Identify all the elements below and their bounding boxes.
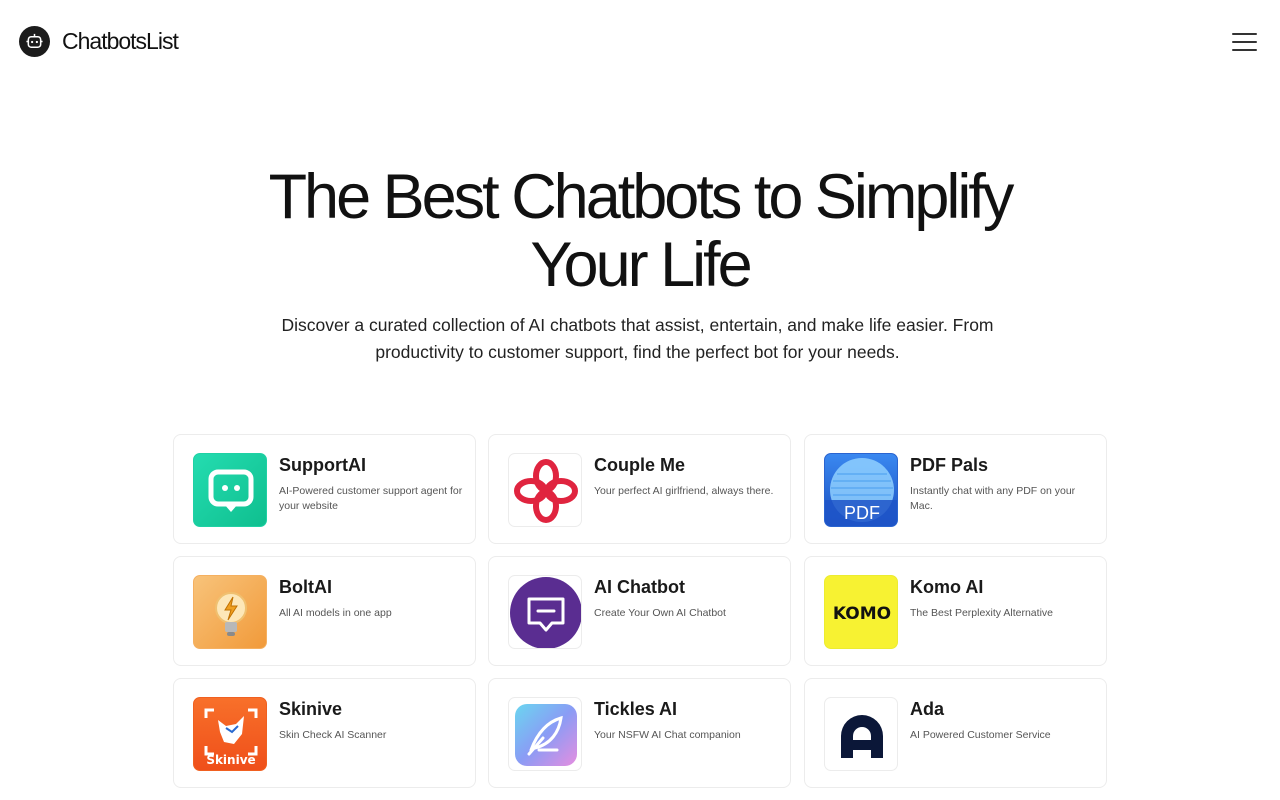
robot-icon	[19, 26, 50, 57]
chatbot-card-supportai[interactable]: SupportAI AI-Powered customer support ag…	[173, 434, 476, 544]
chatbot-name: BoltAI	[279, 577, 332, 597]
chatbot-name: Skinive	[279, 699, 343, 719]
pdf-icon-label: PDF	[844, 503, 880, 523]
chatbot-card-ai-chatbot[interactable]: AI Chatbot Create Your Own AI Chatbot	[488, 556, 791, 666]
skinive-logo-icon: Skinive	[193, 697, 267, 771]
page-title: The Best Chatbots to Simplify Your Life	[240, 163, 1040, 299]
chatbot-name: Ada	[910, 699, 945, 719]
lightbulb-icon	[193, 575, 267, 649]
site-header: ChatbotsList	[0, 0, 1280, 84]
chatbot-name: PDF Pals	[910, 455, 989, 475]
chatbot-name: AI Chatbot	[594, 577, 685, 597]
chatbot-description: Create Your Own AI Chatbot	[594, 607, 726, 619]
chatbot-card-pdf-pals[interactable]: PDF PDF Pals Instantly chat with any PDF…	[804, 434, 1107, 544]
page-title-line-1: The Best Chatbots to Simplify	[268, 162, 1015, 232]
chatbot-description: Your NSFW AI Chat companion	[594, 729, 741, 741]
chatbot-name: SupportAI	[279, 455, 366, 475]
brand-link[interactable]: ChatbotsList	[19, 26, 179, 57]
chatbot-card-couple-me[interactable]: Couple Me Your perfect AI girlfriend, al…	[488, 434, 791, 544]
page-subtitle-line-1: Discover a curated collection of AI chat…	[281, 315, 994, 335]
feather-icon	[508, 697, 582, 771]
chatbot-description: AI-Powered customer support agent for yo…	[279, 485, 463, 512]
chatbot-card-ada[interactable]: Ada AI Powered Customer Service	[804, 678, 1107, 788]
brand-name: ChatbotsList	[62, 28, 179, 54]
hamburger-menu-icon[interactable]	[1232, 31, 1258, 53]
chatbot-name: Tickles AI	[594, 699, 678, 719]
chatbot-card-komo-ai[interactable]: KOMO Komo AI The Best Perplexity Alterna…	[804, 556, 1107, 666]
chatbot-card-skinive[interactable]: Skinive Skinive Skin Check AI Scanner	[173, 678, 476, 788]
chatbot-name: Komo AI	[910, 577, 984, 597]
chatbot-description: AI Powered Customer Service	[910, 729, 1051, 741]
chatbot-description: The Best Perplexity Alternative	[910, 607, 1053, 619]
chat-bubble-icon	[193, 453, 267, 527]
chatbot-description: All AI models in one app	[279, 607, 392, 619]
komo-logo-icon: KOMO	[824, 575, 898, 649]
chatbot-card-tickles-ai[interactable]: Tickles AI Your NSFW AI Chat companion	[488, 678, 791, 788]
chatbot-description: Instantly chat with any PDF on your Mac.	[910, 485, 1076, 512]
ada-logo-icon	[824, 697, 898, 771]
chatbot-card-boltai[interactable]: BoltAI All AI models in one app	[173, 556, 476, 666]
pdf-icon: PDF	[824, 453, 898, 527]
page-subtitle-line-2: productivity to customer support, find t…	[375, 342, 900, 362]
skinive-logo-label: Skinive	[206, 753, 255, 767]
message-bubble-icon	[508, 575, 582, 649]
komo-logo-label: KOMO	[833, 604, 891, 624]
chatbot-name: Couple Me	[594, 455, 686, 475]
chatbot-description: Your perfect AI girlfriend, always there…	[594, 485, 774, 497]
page-title-line-2: Your Life	[530, 230, 752, 300]
knot-icon	[508, 453, 582, 527]
page-subtitle: Discover a curated collection of AI chat…	[240, 312, 1035, 366]
chatbot-description: Skin Check AI Scanner	[279, 729, 387, 741]
